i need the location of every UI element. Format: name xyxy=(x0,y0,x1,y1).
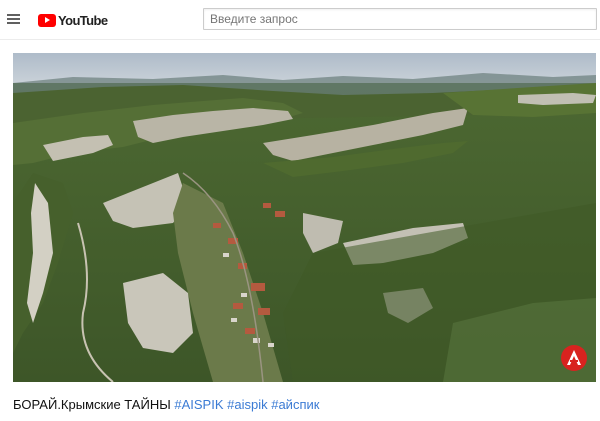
channel-watermark-icon xyxy=(561,345,587,371)
video-player[interactable] xyxy=(13,53,596,382)
logo-text: YouTube xyxy=(58,12,108,28)
hashtag-link[interactable]: #AISPIK xyxy=(174,397,223,412)
search-input[interactable] xyxy=(203,8,597,30)
top-bar: YouTube xyxy=(0,0,600,40)
menu-icon[interactable] xyxy=(6,10,22,28)
video-description: БОРАЙ.Крымские ТАЙНЫ #AISPIK #aispik #ай… xyxy=(13,397,593,413)
video-title: БОРАЙ.Крымские ТАЙНЫ xyxy=(13,397,171,412)
youtube-play-icon xyxy=(38,13,56,27)
video-frame-landscape xyxy=(13,53,596,382)
hashtag-link[interactable]: #айспик xyxy=(271,397,319,412)
hashtag-link[interactable]: #aispik xyxy=(227,397,267,412)
youtube-logo[interactable]: YouTube xyxy=(38,11,108,29)
